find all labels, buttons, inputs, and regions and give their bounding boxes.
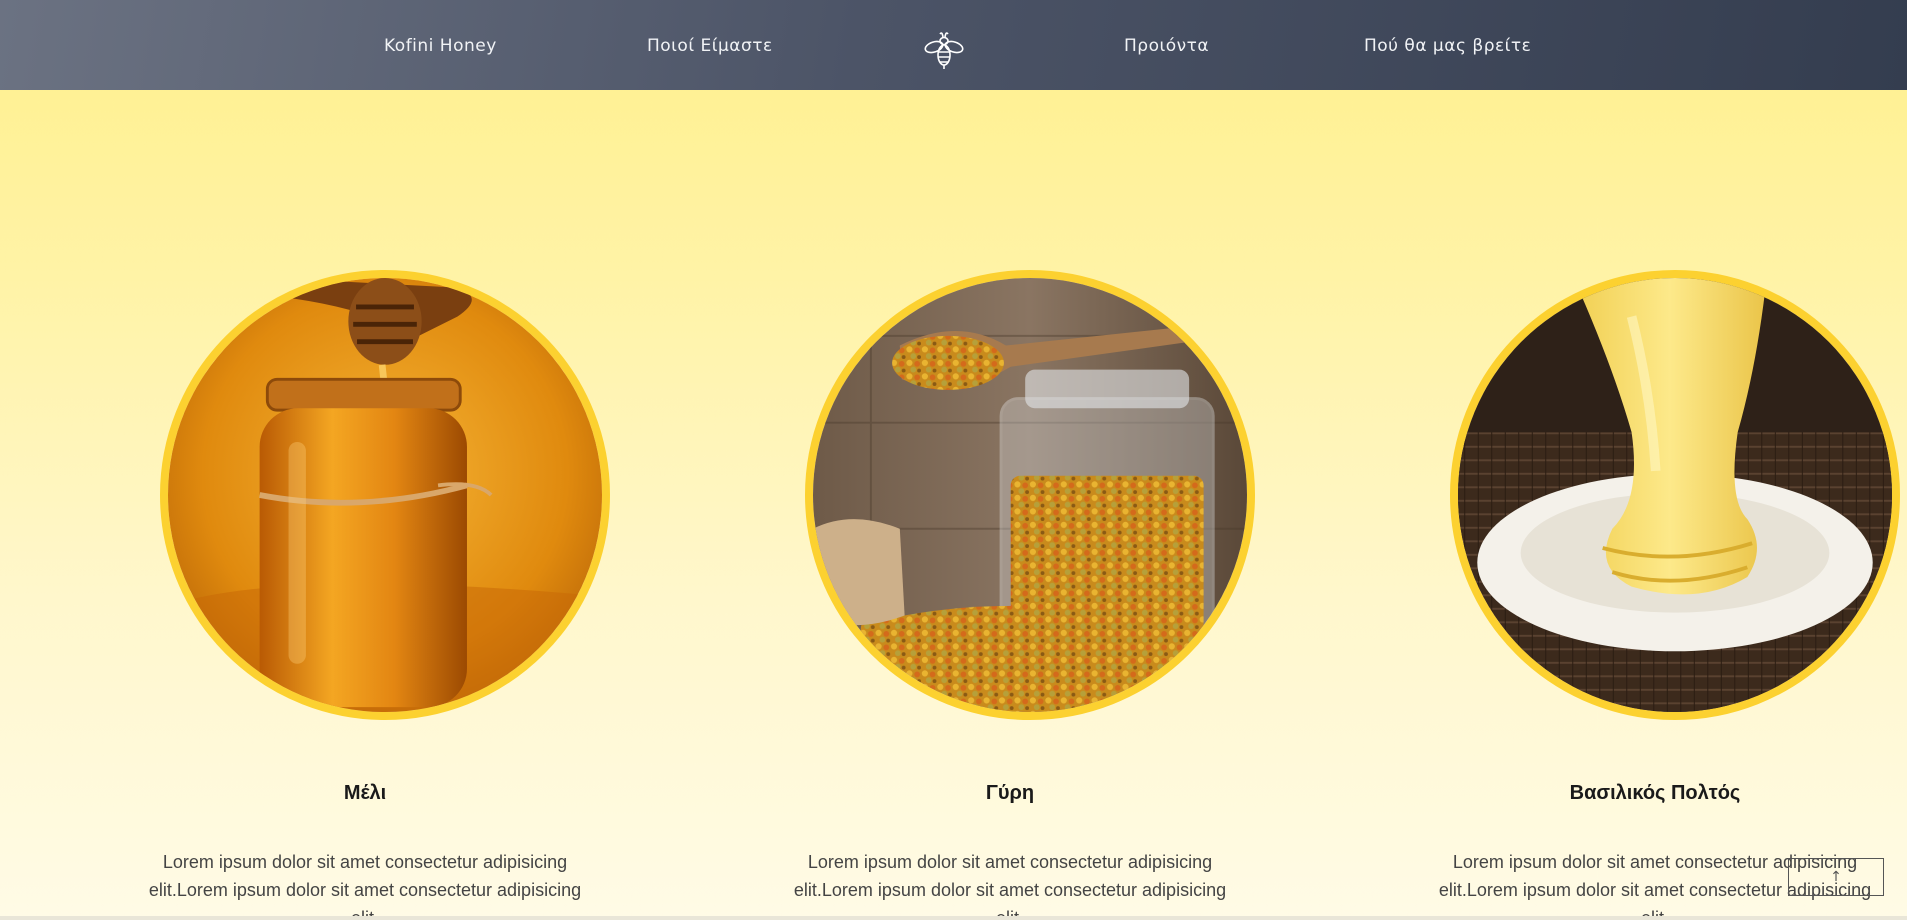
- page-bottom-edge: [0, 916, 1907, 920]
- product-description: Lorem ipsum dolor sit amet consectetur a…: [148, 852, 582, 920]
- product-description: Lorem ipsum dolor sit amet consectetur a…: [793, 852, 1227, 920]
- pollen-jar-image: [805, 270, 1255, 720]
- product-title: Γύρη: [985, 782, 1035, 804]
- product-title: Μέλι: [343, 782, 387, 804]
- nav-link-where-to-find-us[interactable]: Πού θα μας βρείτε: [1364, 36, 1531, 56]
- honey-jar-image: [160, 270, 610, 720]
- nav-link-products[interactable]: Προιόντα: [1124, 36, 1209, 56]
- arrow-up-icon: ↑: [1830, 869, 1842, 885]
- nav-link-who-we-are[interactable]: Ποιοί Είμαστε: [647, 36, 773, 56]
- top-navbar: Kofini Honey Ποιοί Είμαστε Προιόντα Πού …: [0, 0, 1907, 90]
- bee-icon[interactable]: [922, 28, 966, 72]
- product-title: Βασιλικός Πολτός: [1569, 782, 1741, 804]
- back-to-top-button[interactable]: ↑: [1788, 858, 1884, 896]
- nav-link-kofini-honey[interactable]: Kofini Honey: [384, 36, 497, 56]
- royal-jelly-image: [1450, 270, 1900, 720]
